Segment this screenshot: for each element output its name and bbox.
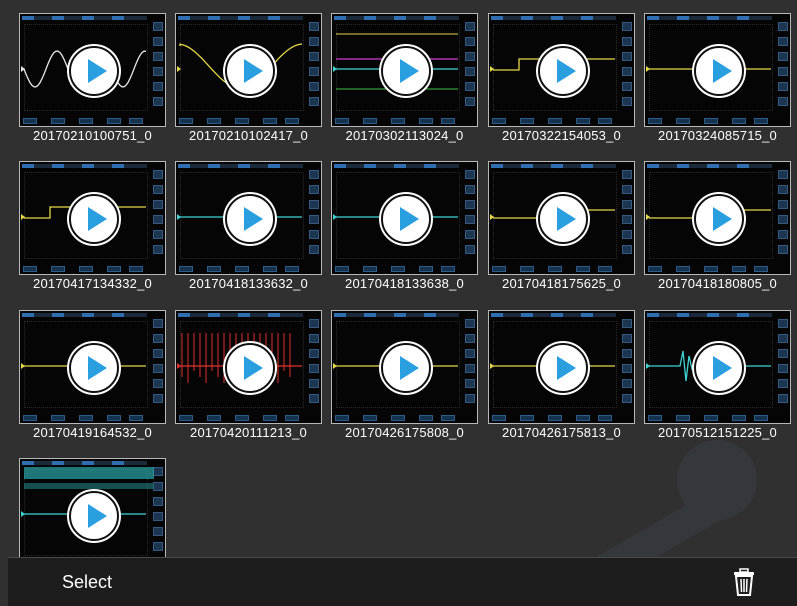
- video-filename-label: 20170512151225_0: [658, 425, 777, 440]
- play-icon[interactable]: [693, 46, 744, 96]
- play-icon[interactable]: [537, 194, 588, 244]
- play-icon[interactable]: [224, 46, 275, 96]
- select-button[interactable]: Select: [62, 572, 112, 593]
- video-filename-label: 20170426175808_0: [345, 425, 464, 440]
- oscilloscope-screenshot-thumbnail[interactable]: [331, 310, 478, 424]
- video-filename-label: 20170418175625_0: [502, 276, 621, 291]
- play-icon[interactable]: [537, 46, 588, 96]
- play-icon[interactable]: [224, 343, 275, 393]
- play-icon[interactable]: [693, 194, 744, 244]
- video-filename-label: 20170322154053_0: [502, 128, 621, 143]
- video-filename-label: 20170418133638_0: [345, 276, 464, 291]
- play-icon[interactable]: [380, 343, 431, 393]
- oscilloscope-screenshot-thumbnail[interactable]: [175, 310, 322, 424]
- oscilloscope-screenshot-thumbnail[interactable]: [644, 13, 791, 127]
- oscilloscope-screenshot-thumbnail[interactable]: [488, 310, 635, 424]
- play-icon[interactable]: [68, 46, 119, 96]
- oscilloscope-screenshot-thumbnail[interactable]: [19, 458, 166, 557]
- oscilloscope-screenshot-thumbnail[interactable]: [488, 13, 635, 127]
- video-filename-label: 20170210100751_0: [33, 128, 152, 143]
- play-icon[interactable]: [224, 194, 275, 244]
- video-filename-label: 20170426175813_0: [502, 425, 621, 440]
- oscilloscope-screenshot-thumbnail[interactable]: [19, 13, 166, 127]
- play-icon[interactable]: [68, 194, 119, 244]
- play-icon[interactable]: [380, 194, 431, 244]
- oscilloscope-screenshot-thumbnail[interactable]: [19, 310, 166, 424]
- video-filename-label: 20170418180805_0: [658, 276, 777, 291]
- play-icon[interactable]: [693, 343, 744, 393]
- video-filename-label: 20170419164532_0: [33, 425, 152, 440]
- oscilloscope-screenshot-thumbnail[interactable]: [19, 161, 166, 275]
- video-filename-label: 20170210102417_0: [189, 128, 308, 143]
- video-filename-label: 20170417134332_0: [33, 276, 152, 291]
- trash-icon[interactable]: [732, 568, 756, 596]
- video-filename-label: 20170324085715_0: [658, 128, 777, 143]
- video-filename-label: 20170302113024_0: [345, 128, 464, 143]
- play-icon[interactable]: [537, 343, 588, 393]
- oscilloscope-screenshot-thumbnail[interactable]: [175, 13, 322, 127]
- video-filename-label: 20170418133632_0: [189, 276, 308, 291]
- oscilloscope-screenshot-thumbnail[interactable]: [331, 13, 478, 127]
- oscilloscope-screenshot-thumbnail[interactable]: [644, 161, 791, 275]
- video-gallery: 20170210100751_0 20170210102417_0 20170302…: [0, 0, 797, 557]
- oscilloscope-screenshot-thumbnail[interactable]: [644, 310, 791, 424]
- oscilloscope-screenshot-thumbnail[interactable]: [331, 161, 478, 275]
- oscilloscope-screenshot-thumbnail[interactable]: [175, 161, 322, 275]
- video-filename-label: 20170420111213_0: [190, 425, 307, 440]
- play-icon[interactable]: [68, 343, 119, 393]
- bottom-toolbar: Select: [8, 557, 797, 606]
- play-icon[interactable]: [380, 46, 431, 96]
- oscilloscope-screenshot-thumbnail[interactable]: [488, 161, 635, 275]
- play-icon[interactable]: [68, 491, 119, 541]
